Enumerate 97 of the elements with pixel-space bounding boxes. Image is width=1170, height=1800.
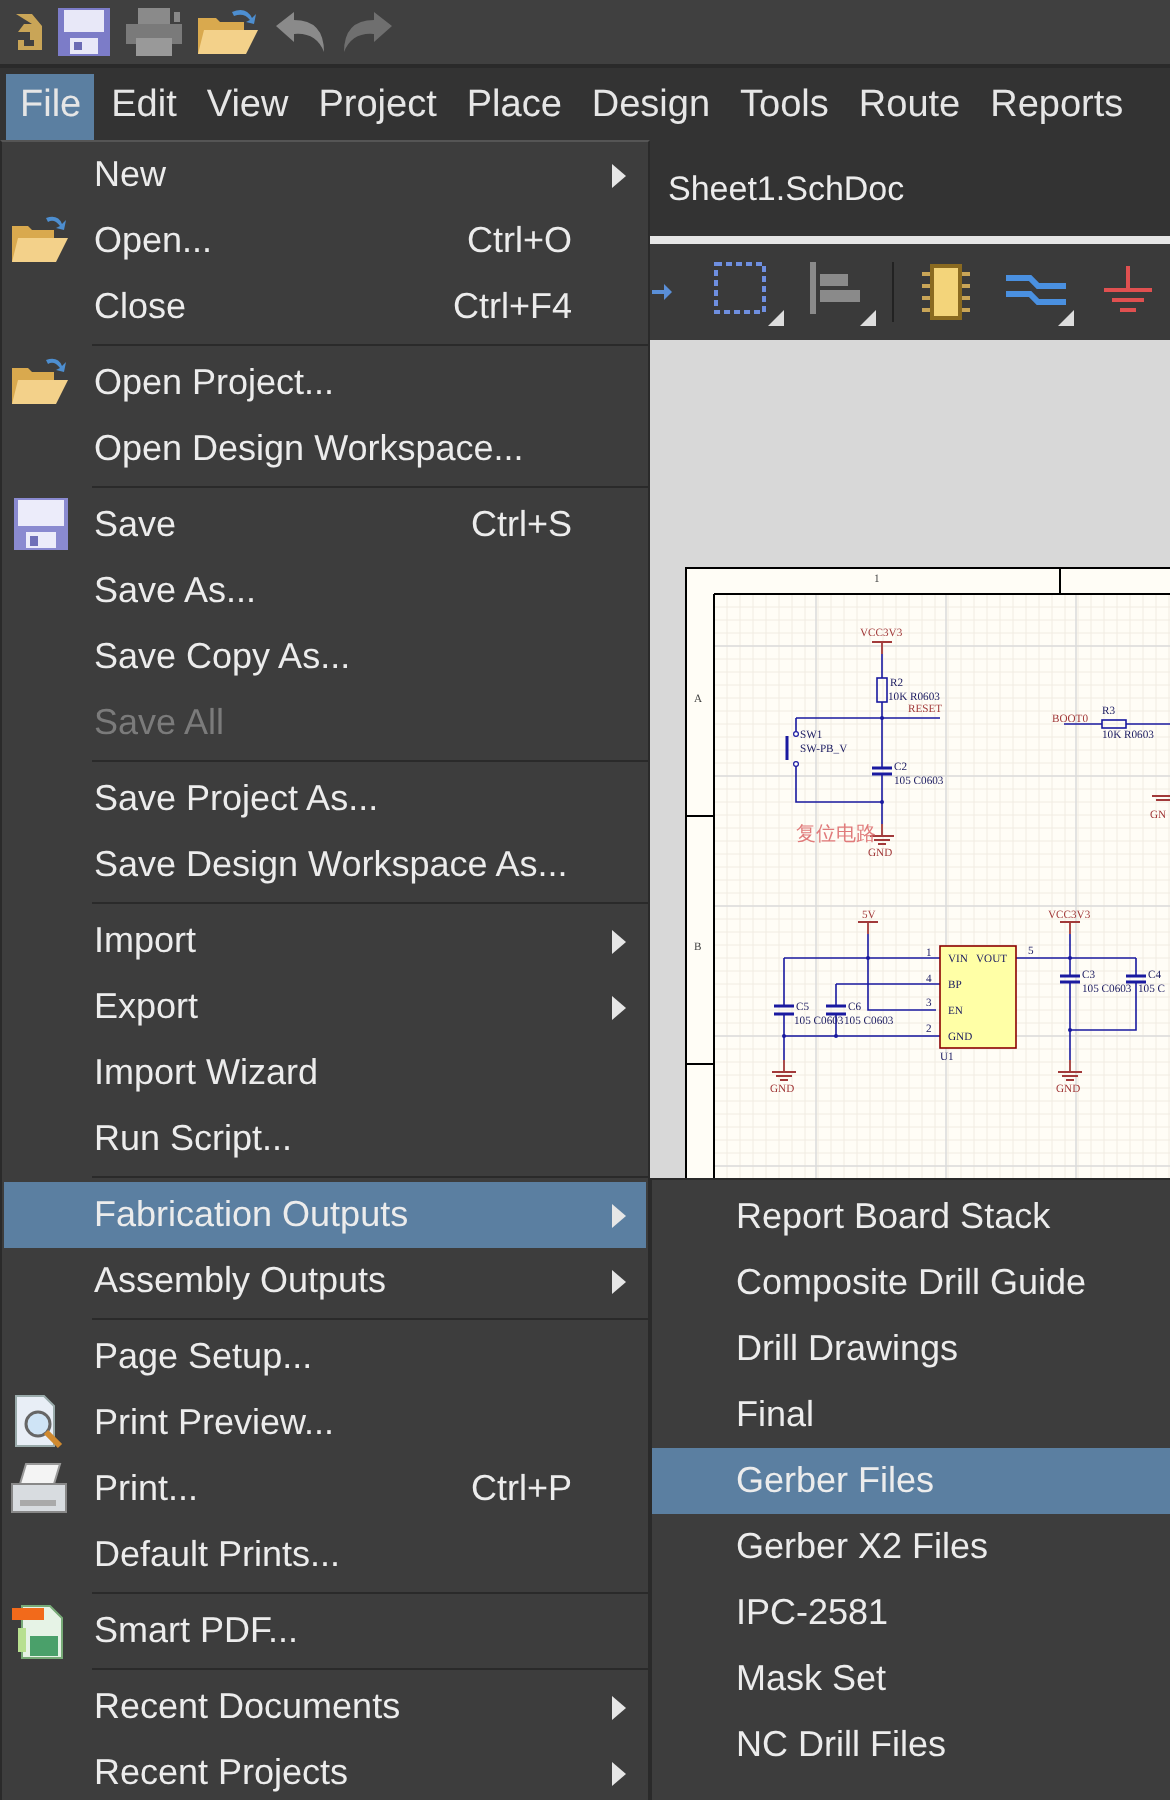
- menu-item-label: NC Drill Files: [736, 1724, 946, 1766]
- menu-item-label: IPC-2581: [736, 1592, 889, 1634]
- align-icon[interactable]: [804, 258, 876, 326]
- folder-icon: [10, 212, 70, 268]
- menu-item-label: Run Script...: [94, 1118, 293, 1160]
- menu-bar-item[interactable]: Route: [844, 73, 973, 139]
- menu-item-label: Fabrication Outputs: [94, 1194, 409, 1236]
- shortcut-label: Ctrl+O: [466, 220, 572, 262]
- menu-item-label: Save: [94, 504, 177, 546]
- menu-item-label: Open Design Workspace...: [94, 428, 524, 470]
- menu-item[interactable]: Export: [4, 974, 646, 1040]
- menu-item-label: Gerber X2 Files: [736, 1526, 989, 1568]
- menu-item[interactable]: Save As...: [4, 558, 646, 624]
- menu-item-label: Print Preview...: [94, 1402, 335, 1444]
- undo-icon[interactable]: [272, 8, 328, 56]
- menu-item[interactable]: Mask Set: [652, 1646, 1170, 1712]
- menu-item[interactable]: Import Wizard: [4, 1040, 646, 1106]
- menu-item[interactable]: New: [4, 142, 646, 208]
- menu-bar-item[interactable]: Reports: [976, 73, 1136, 139]
- menu-bar-item[interactable]: View: [192, 73, 301, 139]
- submenu-arrow-icon: [612, 930, 626, 954]
- menu-item[interactable]: Save Copy As...: [4, 624, 646, 690]
- menu-item-label: Recent Projects: [94, 1752, 349, 1794]
- menu-item[interactable]: Import: [4, 908, 646, 974]
- menu-bar-item[interactable]: Tools: [726, 73, 841, 139]
- menu-bar-item[interactable]: Place: [452, 73, 574, 139]
- menu-item[interactable]: Gerber Files: [652, 1448, 1170, 1514]
- submenu-arrow-icon: [612, 1270, 626, 1294]
- menu-item-label: Save All: [94, 702, 225, 744]
- menu-item[interactable]: Open Design Workspace...: [4, 416, 646, 482]
- menu-item[interactable]: Print Preview...: [4, 1390, 646, 1456]
- menu-item-label: Save Design Workspace As...: [94, 844, 568, 886]
- printer-icon: [10, 1460, 70, 1516]
- menu-item[interactable]: Default Prints...: [4, 1522, 646, 1588]
- menu-item-label: Mask Set: [736, 1658, 887, 1700]
- menu-bar-item[interactable]: Edit: [97, 73, 189, 139]
- menu-item-label: Page Setup...: [94, 1336, 313, 1378]
- menu-item[interactable]: Composite Drill Guide: [652, 1250, 1170, 1316]
- menu-item-label: Drill Drawings: [736, 1328, 959, 1370]
- menu-item[interactable]: Drill Drawings: [652, 1316, 1170, 1382]
- menu-item-label: Save As...: [94, 570, 257, 612]
- menu-item[interactable]: Save Project As...: [4, 766, 646, 832]
- menu-item-label: New: [94, 154, 167, 196]
- submenu-arrow-icon: [612, 1204, 626, 1228]
- menu-item[interactable]: Open... Ctrl+O: [4, 208, 646, 274]
- menu-item[interactable]: NC Drill Files: [652, 1712, 1170, 1778]
- menu-item[interactable]: Recent Projects: [4, 1740, 646, 1800]
- submenu-arrow-icon: [612, 1762, 626, 1786]
- menu-item-label: Print...: [94, 1468, 199, 1510]
- menu-item-label: Report Board Stack: [736, 1196, 1051, 1238]
- menu-item-label: Export: [94, 986, 199, 1028]
- menu-item[interactable]: Open Project...: [4, 350, 646, 416]
- menu-item[interactable]: Fabrication Outputs: [4, 1182, 646, 1248]
- menu-item-label: Import Wizard: [94, 1052, 319, 1094]
- menu-item-label: Final: [736, 1394, 815, 1436]
- menu-item-label: Close: [94, 286, 187, 328]
- menu-item-label: Import: [94, 920, 197, 962]
- menu-item-label: Recent Documents: [94, 1686, 401, 1728]
- menu-item[interactable]: Smart PDF...: [4, 1598, 646, 1664]
- folder-icon: [10, 354, 70, 410]
- menu-item[interactable]: Gerber X2 Files: [652, 1514, 1170, 1580]
- menu-item[interactable]: Assembly Outputs: [4, 1248, 646, 1314]
- printer-icon[interactable]: [124, 6, 184, 58]
- shortcut-label: Ctrl+S: [470, 504, 572, 546]
- logo-icon[interactable]: [12, 10, 44, 54]
- menu-item-label: Save Copy As...: [94, 636, 351, 678]
- menu-item-label: Composite Drill Guide: [736, 1262, 1087, 1304]
- menu-item-label: Default Prints...: [94, 1534, 341, 1576]
- submenu-arrow-icon: [612, 996, 626, 1020]
- menu-item[interactable]: Print... Ctrl+P: [4, 1456, 646, 1522]
- shortcut-label: Ctrl+P: [470, 1468, 572, 1510]
- menu-item-label: Open Project...: [94, 362, 335, 404]
- menu-item-label: Open...: [94, 220, 213, 262]
- menu-item-label: Gerber Files: [736, 1460, 935, 1502]
- submenu-arrow-icon: [612, 1696, 626, 1720]
- submenu-arrow-icon: [612, 164, 626, 188]
- menu-item[interactable]: Close Ctrl+F4: [4, 274, 646, 340]
- menu-bar-item[interactable]: Project: [304, 73, 449, 139]
- menu-item[interactable]: Final: [652, 1382, 1170, 1448]
- menu-item-label: Save Project As...: [94, 778, 379, 820]
- menu-bar-item[interactable]: Design: [577, 73, 723, 139]
- menu-item[interactable]: Save Design Workspace As...: [4, 832, 646, 898]
- menu-item-label: Smart PDF...: [94, 1610, 299, 1652]
- menu-item[interactable]: Recent Documents: [4, 1674, 646, 1740]
- chip-icon[interactable]: [918, 262, 974, 322]
- menu-item[interactable]: IPC-2581: [652, 1580, 1170, 1646]
- menu-item[interactable]: Report Board Stack: [652, 1184, 1170, 1250]
- selection-rectangle-icon[interactable]: [712, 258, 784, 326]
- menu-item[interactable]: Run Script...: [4, 1106, 646, 1172]
- arrow-icon[interactable]: [652, 282, 672, 302]
- menu-item-label: Assembly Outputs: [94, 1260, 387, 1302]
- save-icon[interactable]: [56, 6, 112, 58]
- schematic-label: 复位电路: [796, 824, 876, 846]
- folder-icon[interactable]: [196, 6, 260, 58]
- menu-item[interactable]: Page Setup...: [4, 1324, 646, 1390]
- shortcut-label: Ctrl+F4: [452, 286, 572, 328]
- menu-item[interactable]: Save Ctrl+S: [4, 492, 646, 558]
